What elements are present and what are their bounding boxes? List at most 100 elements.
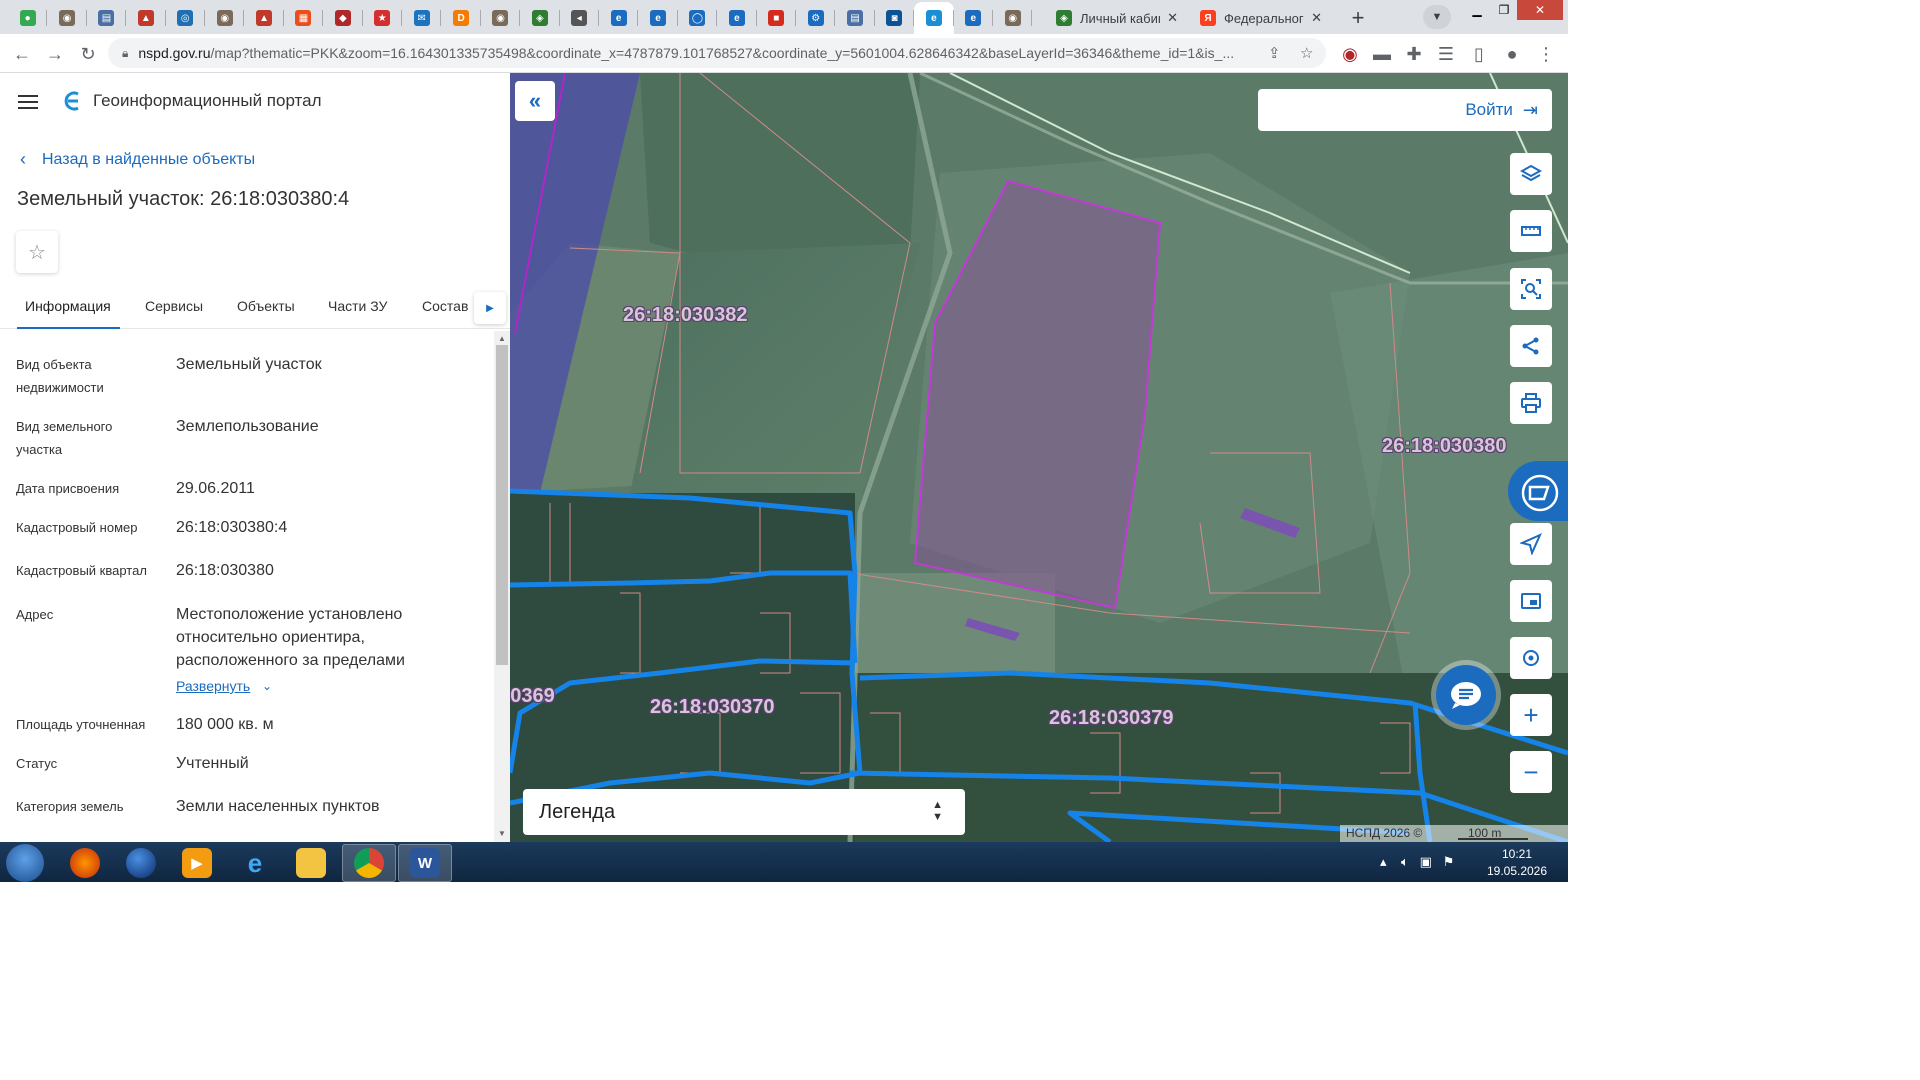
extension-hat-icon[interactable]: ▬: [1368, 40, 1396, 68]
browser-tab[interactable]: ◉: [47, 2, 87, 34]
menu-dots-icon[interactable]: ⋮: [1532, 40, 1560, 68]
browser-tab[interactable]: ▤: [87, 2, 127, 34]
scroll-up-arrow-icon[interactable]: ▲: [498, 334, 506, 343]
volume-icon[interactable]: 🔈︎: [1401, 854, 1409, 869]
browser-tab[interactable]: ◈ Личный кабин ✕: [1046, 2, 1188, 34]
browser-tab[interactable]: ▤: [835, 2, 875, 34]
navigate-button[interactable]: [1510, 523, 1552, 565]
taskbar-file-explorer[interactable]: [284, 844, 338, 882]
tab-search-button[interactable]: ▼: [1423, 5, 1451, 29]
chat-button[interactable]: [1436, 665, 1496, 725]
tab-composition[interactable]: Состав: [422, 298, 468, 314]
attr-label: Статус: [16, 756, 58, 771]
back-to-results-link[interactable]: ‹ Назад в найденные объекты: [20, 149, 255, 170]
geolocate-button[interactable]: [1510, 637, 1552, 679]
browser-tab[interactable]: ◙: [875, 2, 915, 34]
close-tab-icon[interactable]: ✕: [1167, 10, 1178, 26]
globe-icon: ◎: [177, 10, 194, 26]
new-tab-button[interactable]: +: [1344, 4, 1372, 32]
reading-list-icon[interactable]: ☰: [1432, 40, 1460, 68]
browser-tab[interactable]: ◎: [166, 2, 205, 34]
taskbar-media-player[interactable]: ▶: [170, 844, 224, 882]
browser-tab[interactable]: ▲: [244, 2, 284, 34]
browser-tab[interactable]: e: [954, 2, 993, 34]
browser-tab[interactable]: ✉: [402, 2, 442, 34]
back-arrow-icon[interactable]: ←: [8, 40, 36, 68]
share-icon: [1522, 337, 1539, 355]
browser-tab[interactable]: ◈: [520, 2, 560, 34]
bookmark-star-icon[interactable]: ☆: [1300, 44, 1313, 62]
address-bar[interactable]: 🔒︎ nspd.gov.ru/map?thematic=PKK&zoom=16.…: [108, 38, 1326, 68]
start-button[interactable]: [6, 844, 44, 882]
login-button[interactable]: Войти ⇥: [1258, 89, 1552, 131]
attr-label: Дата присвоения: [16, 481, 120, 496]
browser-tab[interactable]: e: [599, 2, 639, 34]
browser-tab[interactable]: ●: [8, 2, 48, 34]
browser-tab[interactable]: ◉: [993, 2, 1033, 34]
share-button[interactable]: [1510, 325, 1552, 367]
action-center-flag-icon[interactable]: ⚑: [1443, 854, 1455, 869]
browser-tab[interactable]: ◉: [481, 2, 521, 34]
taskbar-word[interactable]: W: [398, 844, 452, 882]
maximize-window-button[interactable]: ❐: [1492, 0, 1516, 20]
taskbar-internet-explorer[interactable]: e: [228, 844, 282, 882]
extension-avatar-icon[interactable]: ◉: [1336, 40, 1364, 68]
side-panel-icon[interactable]: ▯: [1465, 40, 1493, 68]
tabs-next-arrow-icon[interactable]: ▶: [474, 292, 506, 324]
collapse-panel-button[interactable]: «: [515, 81, 555, 121]
browser-tab[interactable]: ◂: [560, 2, 599, 34]
tab-information[interactable]: Информация: [25, 298, 111, 314]
network-icon[interactable]: ▣: [1420, 854, 1432, 869]
close-window-button[interactable]: ✕: [1517, 0, 1563, 20]
scrollbar-thumb[interactable]: [496, 345, 508, 665]
minimap-button[interactable]: [1510, 580, 1552, 622]
browser-tab[interactable]: ■: [757, 2, 796, 34]
browser-tab[interactable]: ▦: [284, 2, 324, 34]
expand-collapse-icon[interactable]: ▲ ▼: [932, 799, 943, 823]
browser-tab[interactable]: ★: [363, 2, 402, 34]
layers-button[interactable]: [1510, 153, 1552, 195]
share-page-icon[interactable]: ⇪: [1268, 44, 1281, 62]
browser-tab[interactable]: Я Федерального ✕: [1190, 2, 1332, 34]
taskbar-clock[interactable]: 10:21 19.05.2026: [1484, 846, 1550, 880]
browser-tab[interactable]: ◆: [323, 2, 363, 34]
browser-tab[interactable]: ◯: [678, 2, 718, 34]
app-icon: ◙: [886, 10, 903, 26]
browser-tab[interactable]: e: [638, 2, 678, 34]
chevron-down-icon[interactable]: ⌄: [262, 679, 272, 693]
taskbar-chrome[interactable]: [342, 844, 396, 882]
close-tab-icon[interactable]: ✕: [1311, 10, 1322, 26]
scroll-down-arrow-icon[interactable]: ▼: [498, 829, 506, 838]
select-area-button[interactable]: [1510, 268, 1552, 310]
browser-tab[interactable]: ◉: [205, 2, 245, 34]
taskbar-globe[interactable]: [114, 844, 168, 882]
extensions-puzzle-icon[interactable]: ✚: [1400, 40, 1428, 68]
browser-tab[interactable]: e: [717, 2, 757, 34]
tab-services[interactable]: Сервисы: [145, 298, 203, 314]
legend-panel[interactable]: Легенда ▲ ▼: [523, 789, 965, 835]
browser-tab[interactable]: D: [441, 2, 481, 34]
back-link-label: Назад в найденные объекты: [42, 150, 256, 168]
print-button[interactable]: [1510, 382, 1552, 424]
tab-parcel-parts[interactable]: Части ЗУ: [328, 298, 387, 314]
taskbar-firefox[interactable]: [58, 844, 112, 882]
map-view[interactable]: 26:18:030382 26:18:030380 26:18:030370 2…: [510, 73, 1568, 842]
avatar-icon: ◉: [1004, 10, 1021, 26]
assistant-button[interactable]: [1508, 461, 1568, 521]
favorite-star-button[interactable]: ☆: [16, 231, 58, 273]
tab-objects[interactable]: Объекты: [237, 298, 295, 314]
profile-icon[interactable]: ●: [1498, 40, 1526, 68]
browser-tab[interactable]: ⚙: [796, 2, 836, 34]
panel-scrollbar[interactable]: ▲ ▼: [494, 331, 510, 842]
system-tray[interactable]: ▴ 🔈︎ ▣ ⚑: [1380, 854, 1454, 870]
reload-icon[interactable]: ↻: [74, 40, 102, 68]
expand-address-link[interactable]: Развернуть: [176, 678, 250, 694]
zoom-out-button[interactable]: −: [1510, 751, 1552, 793]
browser-tab[interactable]: ▲: [126, 2, 166, 34]
menu-icon[interactable]: [18, 95, 38, 113]
minimize-window-button[interactable]: ▁: [1462, 0, 1492, 20]
ruler-button[interactable]: [1510, 210, 1552, 252]
zoom-in-button[interactable]: +: [1510, 694, 1552, 736]
browser-tab[interactable]: e: [914, 2, 954, 34]
forward-arrow-icon[interactable]: →: [41, 40, 69, 68]
